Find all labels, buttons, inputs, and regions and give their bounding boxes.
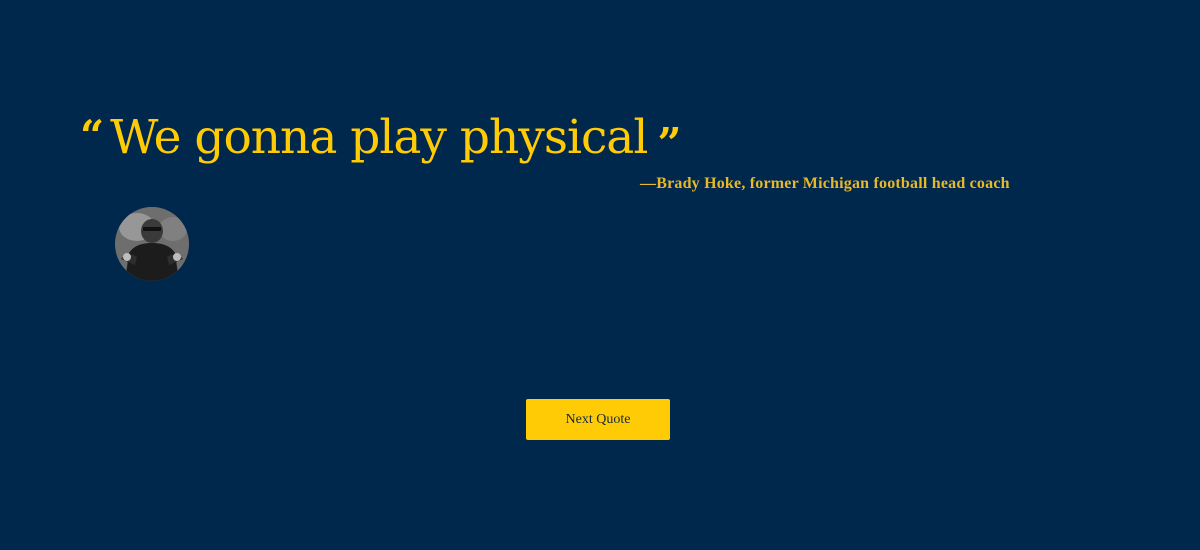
quote-attribution: —Brady Hoke, former Michigan football he… bbox=[640, 175, 1010, 192]
coach-avatar bbox=[115, 207, 189, 281]
quote-block: “ We gonna play physical ” bbox=[80, 105, 682, 171]
coach-photo-icon bbox=[115, 207, 189, 281]
next-quote-button[interactable]: Next Quote bbox=[526, 399, 670, 440]
close-quote-icon: ” bbox=[657, 119, 682, 168]
quote-text: We gonna play physical bbox=[110, 110, 648, 165]
open-quote-icon: “ bbox=[80, 111, 105, 160]
